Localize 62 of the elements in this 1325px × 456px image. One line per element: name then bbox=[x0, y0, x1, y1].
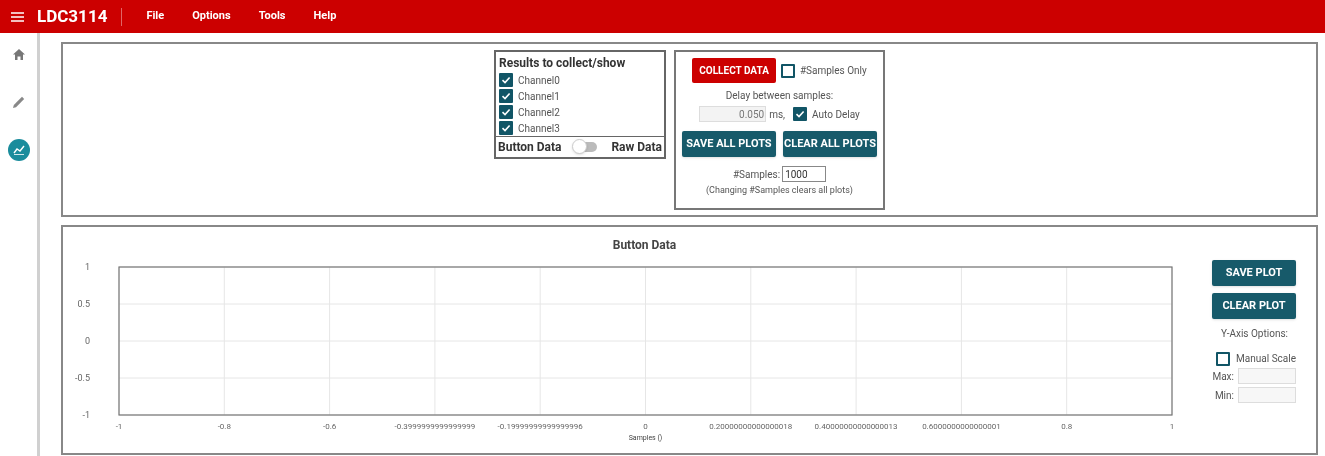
channel-label: Channel1 bbox=[518, 89, 560, 104]
max-label: Max: bbox=[1212, 369, 1234, 384]
clear-plot-button[interactable]: CLEAR PLOT bbox=[1212, 293, 1296, 319]
menu-item[interactable]: File bbox=[132, 8, 179, 25]
menu-icon[interactable] bbox=[11, 11, 24, 22]
delay-field[interactable]: 0.050 bbox=[699, 106, 767, 122]
save-all-plots-button[interactable]: SAVE ALL PLOTS bbox=[682, 131, 776, 157]
x-tick-label: 1 bbox=[1169, 422, 1175, 431]
pencil-icon bbox=[12, 96, 25, 108]
x-tick-label: 0.20000000000000018 bbox=[709, 422, 793, 431]
line-chart-icon bbox=[12, 145, 25, 155]
sidebar-item[interactable] bbox=[7, 139, 30, 161]
channel-label: Channel3 bbox=[518, 121, 560, 136]
channel-checkbox[interactable] bbox=[499, 121, 513, 135]
collect-data-button[interactable]: COLLECT DATA bbox=[692, 58, 776, 83]
menu-item[interactable]: Options bbox=[178, 8, 245, 25]
auto-delay-checkbox[interactable] bbox=[793, 107, 808, 121]
samples-note: (Changing #Samples clears all plots) bbox=[706, 184, 853, 197]
y-tick-label: 0 bbox=[84, 336, 90, 346]
x-tick-label: -0.19999999999999996 bbox=[497, 422, 583, 431]
min-field[interactable] bbox=[1238, 387, 1296, 403]
channel-label: Channel0 bbox=[518, 73, 560, 88]
x-tick-label: -0.3999999999999999 bbox=[394, 422, 476, 431]
samples-only-label: #Samples Only bbox=[799, 64, 867, 78]
x-tick-label: -1 bbox=[115, 422, 123, 431]
toggle-switch[interactable] bbox=[575, 142, 598, 152]
delay-unit: ms, bbox=[769, 107, 786, 122]
results-title: Results to collect/show bbox=[498, 55, 627, 72]
save-plot-button[interactable]: SAVE PLOT bbox=[1212, 260, 1296, 286]
manual-scale-label: Manual Scale bbox=[1236, 352, 1296, 366]
menu-item[interactable]: Tools bbox=[244, 8, 300, 25]
home-icon bbox=[12, 48, 25, 60]
y-tick-label: 1 bbox=[84, 262, 90, 272]
x-tick-label: 0.6000000000000001 bbox=[922, 422, 1001, 431]
min-label: Min: bbox=[1214, 388, 1234, 403]
app-title: LDC3114 bbox=[37, 4, 108, 28]
menu-item[interactable]: Help bbox=[299, 8, 351, 25]
auto-delay-label: Auto Delay bbox=[812, 107, 860, 122]
x-tick-label: 0.40000000000000013 bbox=[814, 422, 898, 431]
y-tick-label: -1 bbox=[82, 410, 90, 420]
y-axis-options-label: Y-Axis Options: bbox=[1220, 327, 1288, 341]
x-tick-label: 0 bbox=[643, 422, 648, 431]
check-icon bbox=[795, 109, 806, 119]
toggle-right-label: Raw Data bbox=[611, 139, 662, 156]
channel-checkbox[interactable] bbox=[499, 89, 513, 103]
x-tick-label: -0.8 bbox=[217, 422, 231, 431]
y-tick-label: 0.5 bbox=[77, 299, 90, 309]
channel-checkbox[interactable] bbox=[499, 105, 513, 119]
channel-checkbox[interactable] bbox=[499, 73, 513, 87]
y-tick-label: -0.5 bbox=[75, 373, 90, 383]
toggle-left-label: Button Data bbox=[498, 139, 562, 156]
max-field[interactable] bbox=[1238, 368, 1296, 384]
samples-field[interactable]: 1000 bbox=[782, 166, 827, 182]
channel-label: Channel2 bbox=[518, 105, 560, 120]
manual-scale-checkbox[interactable] bbox=[1216, 351, 1231, 366]
x-tick-label: -0.6 bbox=[322, 422, 337, 431]
samples-label: #Samples: bbox=[732, 167, 781, 182]
delay-label: Delay between samples: bbox=[725, 89, 834, 103]
chart-title: Button Data bbox=[612, 237, 677, 254]
clear-all-plots-button[interactable]: CLEAR ALL PLOTS bbox=[783, 131, 877, 157]
x-tick-label: 0.8 bbox=[1061, 422, 1073, 431]
samples-only-checkbox[interactable] bbox=[780, 63, 795, 78]
